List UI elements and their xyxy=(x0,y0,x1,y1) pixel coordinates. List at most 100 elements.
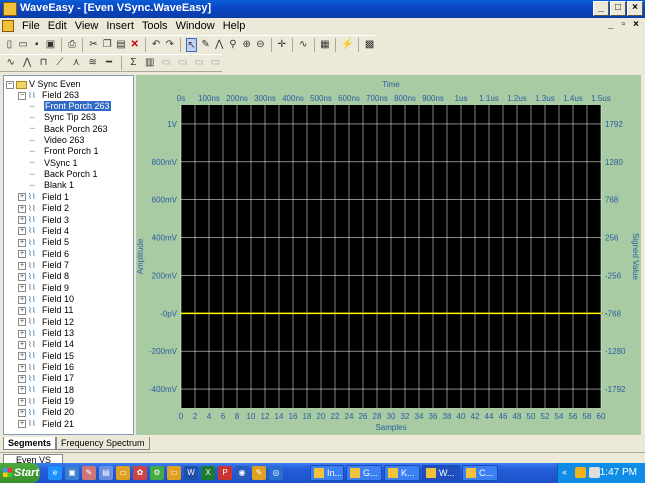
tree-segment[interactable]: ┈ Video 263 xyxy=(30,135,84,146)
expand-icon[interactable]: + xyxy=(18,272,26,281)
expand-icon[interactable]: + xyxy=(18,409,26,418)
desktop-icon[interactable]: ▣ xyxy=(65,466,79,480)
expand-icon[interactable]: + xyxy=(18,295,26,304)
tab-segments[interactable]: Segments xyxy=(3,437,57,450)
ie-icon[interactable]: e xyxy=(48,466,62,480)
waveform-chart[interactable]: 0 2 4 6 8 10 12 14 16 18 20 22 24 26 28 30 32 34 36 38 40 42 4… xyxy=(136,75,641,435)
edit-icon[interactable]: ✎ xyxy=(82,466,96,480)
tree-field[interactable]: + ⌇⌇ Field 2 xyxy=(18,203,69,214)
zoom-icon[interactable]: ⚲ xyxy=(228,38,239,52)
triangle-wave-icon[interactable]: ⋀ xyxy=(20,56,33,70)
expand-icon[interactable]: + xyxy=(18,238,26,247)
mdi-minimize-icon[interactable]: _ xyxy=(608,19,614,30)
tray-search-icon[interactable] xyxy=(589,467,600,478)
tree-field[interactable]: + ⌇⌇ Field 8 xyxy=(18,271,69,282)
expand-icon[interactable]: + xyxy=(18,352,26,361)
tree-segment[interactable]: ┈ Blank 1 xyxy=(30,180,74,191)
segment-tree[interactable]: − V Sync Even − ⌇⌇ Field 263 ┈ Front Porch 2… xyxy=(3,75,134,435)
tree-segment[interactable]: ┈ Sync Tip 263 xyxy=(30,112,96,123)
tree-segment[interactable]: ┈ VSync 1 xyxy=(30,158,78,169)
line-icon[interactable]: ⋀ xyxy=(214,38,225,52)
word-icon[interactable]: W xyxy=(184,466,198,480)
start-button[interactable]: Start xyxy=(0,463,40,483)
tree-field[interactable]: + ⌇⌇ Field 15 xyxy=(18,351,74,362)
save-all-icon[interactable]: ▣ xyxy=(45,38,56,52)
copy-icon[interactable]: ❐ xyxy=(102,38,113,52)
sine-wave-icon[interactable]: ∿ xyxy=(4,56,17,70)
tree-field[interactable]: + ⌇⌇ Field 4 xyxy=(18,226,69,237)
segment-icon[interactable]: ▥ xyxy=(143,56,156,70)
expand-icon[interactable]: + xyxy=(18,375,26,384)
crosshair-icon[interactable]: ✛ xyxy=(277,38,288,52)
ramp-wave-icon[interactable]: ⟋ xyxy=(53,56,66,70)
tree-field[interactable]: + ⌇⌇ Field 13 xyxy=(18,328,74,339)
expand-icon[interactable]: + xyxy=(18,306,26,315)
expand-icon[interactable]: + xyxy=(18,363,26,372)
tree-field[interactable]: + ⌇⌇ Field 14 xyxy=(18,339,74,350)
undo-icon[interactable]: ↶ xyxy=(151,38,162,52)
tree-field[interactable]: + ⌇⌇ Field 9 xyxy=(18,283,69,294)
explorer-icon[interactable]: ▭ xyxy=(116,466,130,480)
close-button[interactable]: × xyxy=(627,1,643,16)
menu-window[interactable]: Window xyxy=(172,20,219,32)
expand-icon[interactable]: + xyxy=(18,204,26,213)
menu-help[interactable]: Help xyxy=(219,20,250,32)
expand-icon[interactable]: + xyxy=(18,318,26,327)
tree-field[interactable]: + ⌇⌇ Field 1 xyxy=(18,192,69,203)
menu-tools[interactable]: Tools xyxy=(138,20,172,32)
expand-icon[interactable]: + xyxy=(18,193,26,202)
expand-icon[interactable]: + xyxy=(18,284,26,293)
task-g[interactable]: G... xyxy=(346,465,382,481)
tree-field[interactable]: + ⌇⌇ Field 21 xyxy=(18,419,74,430)
document-icon[interactable] xyxy=(2,20,14,32)
open-icon[interactable]: ▭ xyxy=(18,38,29,52)
tray-app-icon[interactable] xyxy=(575,467,586,478)
task-w[interactable]: W... xyxy=(422,465,460,481)
expand-icon[interactable]: + xyxy=(18,386,26,395)
tree-field[interactable]: + ⌇⌇ Field 17 xyxy=(18,373,74,384)
pencil-icon[interactable]: ✎ xyxy=(200,38,211,52)
tree-segment[interactable]: ┈ Back Porch 263 xyxy=(30,124,108,135)
folder-icon[interactable]: ▭ xyxy=(167,466,181,480)
tree-field[interactable]: + ⌇⌇ Field 11 xyxy=(18,305,73,316)
menu-edit[interactable]: Edit xyxy=(44,20,71,32)
zoom-out-icon[interactable]: ⊖ xyxy=(255,38,266,52)
expand-icon[interactable]: + xyxy=(18,227,26,236)
tree-field[interactable]: + ⌇⌇ Field 7 xyxy=(18,260,69,271)
generate-icon[interactable]: ⚡ xyxy=(341,38,353,52)
media-icon[interactable]: ◎ xyxy=(269,466,283,480)
save-icon[interactable]: ▪ xyxy=(31,38,42,52)
zoom-in-icon[interactable]: ⊕ xyxy=(241,38,252,52)
math-icon[interactable]: Σ xyxy=(127,56,140,70)
collapse-icon[interactable]: − xyxy=(18,91,26,100)
tree-field[interactable]: + ⌇⌇ Field 6 xyxy=(18,249,69,260)
display-icon[interactable]: ▩ xyxy=(364,38,375,52)
cut-icon[interactable]: ✂ xyxy=(88,38,99,52)
paste-icon[interactable]: ▤ xyxy=(116,38,127,52)
tree-segment[interactable]: ┈ Front Porch 1 xyxy=(30,146,99,157)
expand-icon[interactable]: + xyxy=(18,261,26,270)
tree-root[interactable]: − V Sync Even xyxy=(6,79,81,90)
expand-icon[interactable]: + xyxy=(18,250,26,259)
powerpoint-icon[interactable]: P xyxy=(218,466,232,480)
mdi-close-icon[interactable]: × xyxy=(633,19,639,30)
outlook-icon[interactable]: ◉ xyxy=(235,466,249,480)
task-k[interactable]: K... xyxy=(384,465,420,481)
tree-field[interactable]: + ⌇⌇ Field 16 xyxy=(18,362,74,373)
task-in[interactable]: In... xyxy=(310,465,344,481)
chart-svg[interactable]: 0 2 4 6 8 10 12 14 16 18 20 22 24 26 28 30 32 34 36 38 40 42 4… xyxy=(136,75,641,435)
square-wave-icon[interactable]: ⊓ xyxy=(37,56,50,70)
expand-icon[interactable]: + xyxy=(18,340,26,349)
paint-icon[interactable]: ✿ xyxy=(133,466,147,480)
tree-field[interactable]: + ⌇⌇ Field 12 xyxy=(18,317,74,328)
tree-segment[interactable]: ┈ Back Porch 1 xyxy=(30,169,98,180)
tray-expand-icon[interactable]: « xyxy=(562,467,567,477)
task-c[interactable]: C... xyxy=(462,465,498,481)
delete-icon[interactable]: ✕ xyxy=(129,38,140,52)
wave-icon[interactable]: ∿ xyxy=(298,38,309,52)
new-icon[interactable]: ▯ xyxy=(4,38,15,52)
menu-insert[interactable]: Insert xyxy=(102,20,138,32)
tree-segment[interactable]: ┈ Front Porch 263 xyxy=(30,101,111,112)
excel-icon[interactable]: X xyxy=(201,466,215,480)
collapse-icon[interactable]: − xyxy=(6,80,14,89)
